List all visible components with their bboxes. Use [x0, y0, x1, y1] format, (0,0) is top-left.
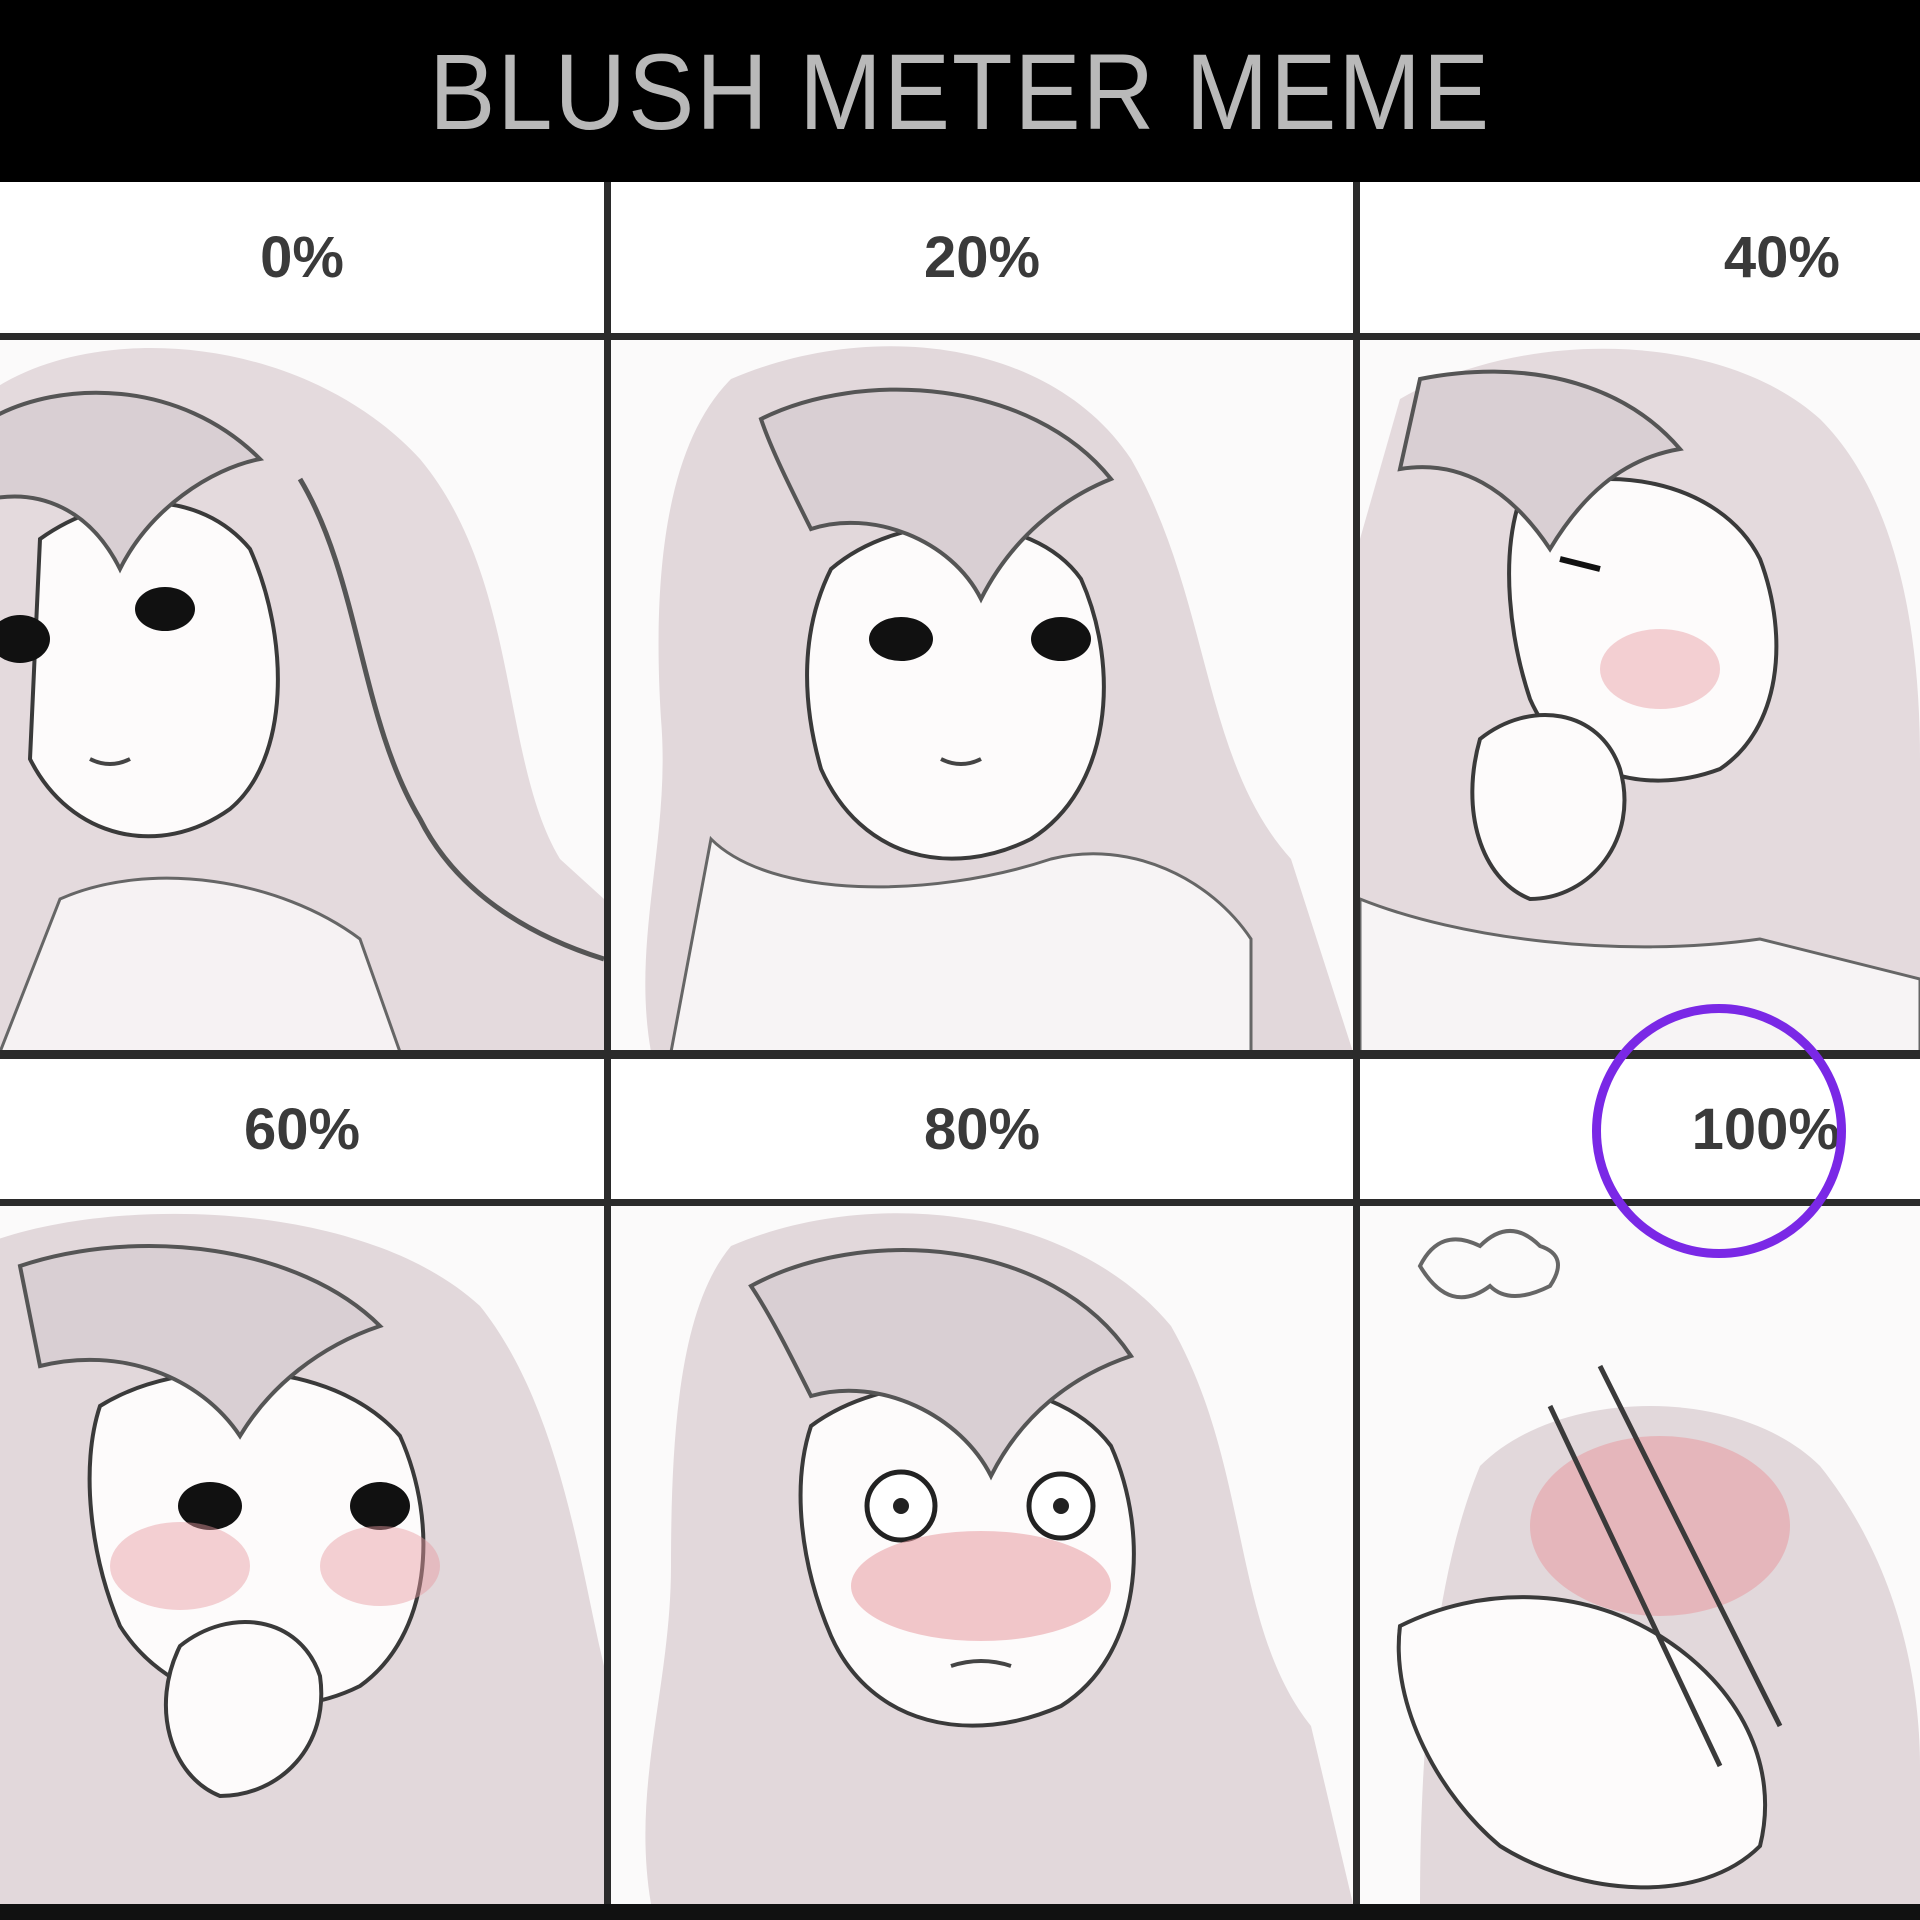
grid-line-top-row-labels	[0, 333, 1920, 340]
level-label-0: 0%	[0, 182, 604, 332]
panel-60: 60%	[0, 1059, 604, 1904]
grid-line-right	[1353, 182, 1360, 1904]
meme-title: BLUSH METER MEME	[429, 30, 1491, 152]
character-illustration-0	[0, 339, 604, 1052]
bottom-border	[0, 1904, 1920, 1920]
level-label-60: 60%	[0, 1059, 604, 1199]
character-illustration-40	[1360, 339, 1920, 1052]
grid-line-bottom-row-labels	[0, 1199, 1920, 1206]
level-label-40: 40%	[1360, 182, 1920, 332]
meme-image: BLUSH METER MEME 0% 20% 40% 60% 80% 100%	[0, 0, 1920, 1920]
grid-line-middle	[0, 1050, 1920, 1059]
panel-0: 0%	[0, 182, 604, 1052]
character-illustration-20	[611, 339, 1353, 1052]
panel-40: 40%	[1360, 182, 1920, 1052]
panel-20: 20%	[611, 182, 1353, 1052]
title-bar: BLUSH METER MEME	[0, 0, 1920, 182]
character-illustration-60	[0, 1206, 604, 1904]
panel-100: 100%	[1360, 1059, 1920, 1904]
character-illustration-100	[1360, 1206, 1920, 1904]
level-label-20: 20%	[611, 182, 1353, 332]
grid-line-left	[604, 182, 611, 1904]
level-label-100: 100%	[1360, 1059, 1920, 1199]
level-label-80: 80%	[611, 1059, 1353, 1199]
character-illustration-80	[611, 1206, 1353, 1904]
panel-80: 80%	[611, 1059, 1353, 1904]
